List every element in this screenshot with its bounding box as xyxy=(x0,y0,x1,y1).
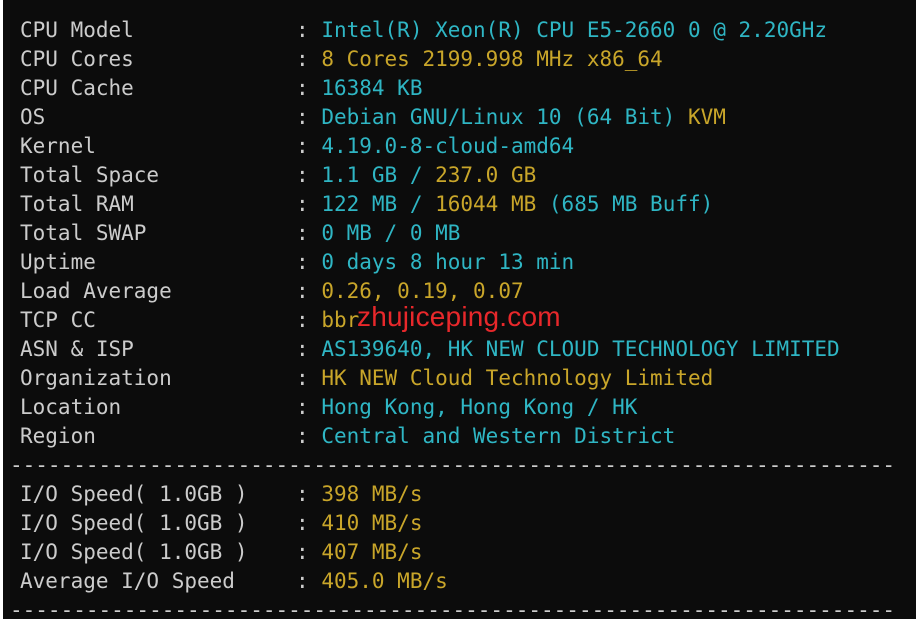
info-row: OS: Debian GNU/Linux 10 (64 Bit) KVM xyxy=(20,103,726,132)
row-value: 1.1 GB / xyxy=(321,163,436,187)
row-value: 8 Cores 2199.998 MHz x86_64 xyxy=(321,47,663,71)
row-value: 405.0 MB/s xyxy=(321,569,448,593)
row-label: I/O Speed( 1.0GB ) xyxy=(20,482,248,506)
row-colon: : xyxy=(296,192,309,216)
info-row: Average I/O Speed: 405.0 MB/s xyxy=(20,567,448,596)
row-label: Total Space xyxy=(20,163,160,187)
info-row: Total Space: 1.1 GB / 237.0 GB xyxy=(20,161,536,190)
row-colon: : xyxy=(296,47,309,71)
row-value: 0 days 8 hour 13 min xyxy=(321,250,575,274)
row-colon: : xyxy=(296,134,309,158)
row-value: 16044 MB xyxy=(435,192,537,216)
row-colon: : xyxy=(296,76,309,100)
row-colon: : xyxy=(296,569,309,593)
info-row: I/O Speed( 1.0GB ): 410 MB/s xyxy=(20,509,422,538)
row-label: Location xyxy=(20,395,122,419)
row-colon: : xyxy=(296,482,309,506)
row-value: KVM xyxy=(687,105,726,129)
row-label: CPU Model xyxy=(20,18,134,42)
row-value: 410 MB/s xyxy=(321,511,423,535)
row-label: Region xyxy=(20,424,96,448)
row-value: bbr xyxy=(321,308,360,332)
row-value: HK NEW Cloud Technology Limited xyxy=(321,366,714,390)
row-value: 398 MB/s xyxy=(321,482,423,506)
row-label: TCP CC xyxy=(20,308,96,332)
row-colon: : xyxy=(296,337,309,361)
row-value: Central and Western District xyxy=(321,424,676,448)
info-row: Total RAM: 122 MB / 16044 MB (685 MB Buf… xyxy=(20,190,713,219)
info-row: I/O Speed( 1.0GB ): 398 MB/s xyxy=(20,480,422,509)
row-colon: : xyxy=(296,163,309,187)
info-row: CPU Cache: 16384 KB xyxy=(20,74,422,103)
row-value: Intel(R) Xeon(R) CPU E5-2660 0 @ 2.20GHz xyxy=(321,18,828,42)
row-colon: : xyxy=(296,221,309,245)
info-row: TCP CC: bbr xyxy=(20,306,359,335)
row-label: Kernel xyxy=(20,134,96,158)
row-label: Total SWAP xyxy=(20,221,147,245)
row-colon: : xyxy=(296,250,309,274)
row-value: Hong Kong, Hong Kong / HK xyxy=(321,395,638,419)
row-label: Organization xyxy=(20,366,172,390)
row-label: ASN & ISP xyxy=(20,337,134,361)
row-label: Total RAM xyxy=(20,192,134,216)
row-colon: : xyxy=(296,105,309,129)
row-value: (685 MB Buff) xyxy=(536,192,714,216)
row-value: 237.0 GB xyxy=(435,163,537,187)
row-colon: : xyxy=(296,424,309,448)
info-row: Region: Central and Western District xyxy=(20,422,675,451)
row-colon: : xyxy=(296,18,309,42)
row-value: 4.19.0-8-cloud-amd64 xyxy=(321,134,575,158)
info-row: Uptime: 0 days 8 hour 13 min xyxy=(20,248,574,277)
info-row: Location: Hong Kong, Hong Kong / HK xyxy=(20,393,637,422)
row-value: 16384 KB xyxy=(321,76,423,100)
row-colon: : xyxy=(296,279,309,303)
row-label: Average I/O Speed xyxy=(20,569,235,593)
row-label: I/O Speed( 1.0GB ) xyxy=(20,511,248,535)
row-label: CPU Cache xyxy=(20,76,134,100)
row-colon: : xyxy=(296,366,309,390)
row-value: 407 MB/s xyxy=(321,540,423,564)
row-value: 0.26, 0.19, 0.07 xyxy=(321,279,524,303)
separator-line: ----------------------------------------… xyxy=(10,453,896,477)
info-row: ASN & ISP: AS139640, HK NEW CLOUD TECHNO… xyxy=(20,335,840,364)
row-colon: : xyxy=(296,308,309,332)
row-label: OS xyxy=(20,105,46,129)
row-label: I/O Speed( 1.0GB ) xyxy=(20,540,248,564)
row-value: AS139640, HK NEW CLOUD TECHNOLOGY LIMITE… xyxy=(321,337,840,361)
info-row: CPU Model: Intel(R) Xeon(R) CPU E5-2660 … xyxy=(20,16,827,45)
row-value: 122 MB / xyxy=(321,192,436,216)
info-row: CPU Cores: 8 Cores 2199.998 MHz x86_64 xyxy=(20,45,663,74)
row-value: Debian GNU/Linux 10 (64 Bit) xyxy=(321,105,688,129)
info-row: Total SWAP: 0 MB / 0 MB xyxy=(20,219,460,248)
terminal-window: CPU Model: Intel(R) Xeon(R) CPU E5-2660 … xyxy=(0,0,919,619)
terminal-output[interactable]: CPU Model: Intel(R) Xeon(R) CPU E5-2660 … xyxy=(3,0,916,619)
row-label: Load Average xyxy=(20,279,172,303)
info-row: Kernel: 4.19.0-8-cloud-amd64 xyxy=(20,132,574,161)
row-colon: : xyxy=(296,511,309,535)
row-label: Uptime xyxy=(20,250,96,274)
watermark-text: zhujiceping.com xyxy=(357,301,561,332)
row-colon: : xyxy=(296,395,309,419)
info-row: Organization: HK NEW Cloud Technology Li… xyxy=(20,364,713,393)
row-value: 0 MB / 0 MB xyxy=(321,221,461,245)
info-row: I/O Speed( 1.0GB ): 407 MB/s xyxy=(20,538,422,567)
separator-line: ----------------------------------------… xyxy=(10,598,896,619)
row-colon: : xyxy=(296,540,309,564)
row-label: CPU Cores xyxy=(20,47,134,71)
